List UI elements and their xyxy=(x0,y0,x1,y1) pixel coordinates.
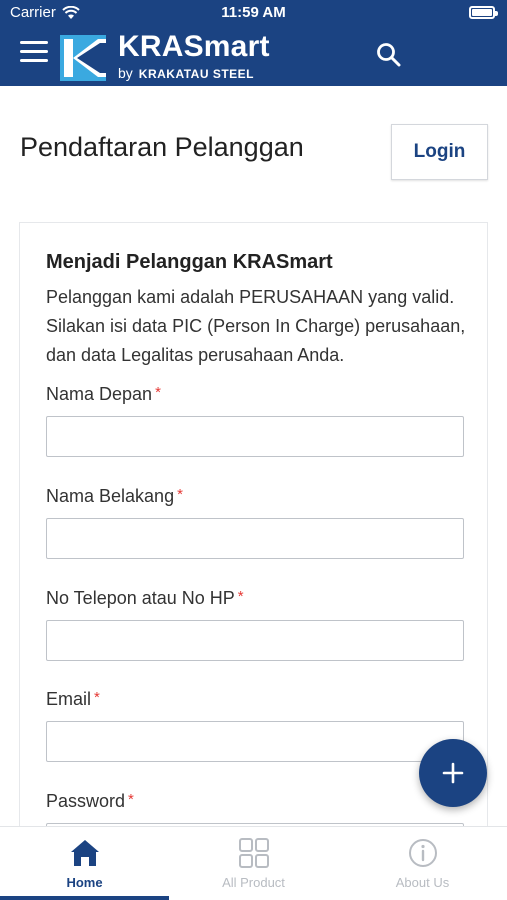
nav-item-home[interactable]: Home xyxy=(0,827,169,900)
home-icon xyxy=(70,840,99,866)
field-label-first-name: Nama Depan * xyxy=(46,384,161,404)
registration-form-card: Menjadi Pelanggan KRASmart Pelanggan kam… xyxy=(19,222,488,864)
nav-label-all-product: All Product xyxy=(222,875,285,890)
field-label-email: Email * xyxy=(46,689,100,709)
status-bar: Carrier 11:59 AM xyxy=(0,0,507,26)
add-fab-button[interactable] xyxy=(419,739,487,807)
page-title: Pendaftaran Pelanggan xyxy=(20,132,304,162)
email-input[interactable] xyxy=(46,721,464,762)
brand-block: KRASmart by KRAKATAU STEEL xyxy=(118,30,270,81)
info-icon xyxy=(408,839,437,867)
kras-logo-icon xyxy=(60,35,106,81)
nav-label-about-us: About Us xyxy=(395,875,450,890)
nav-item-all-product[interactable]: All Product xyxy=(169,827,338,900)
form-description: Pelanggan kami adalah PERUSAHAAN yang va… xyxy=(46,287,466,365)
required-mark: * xyxy=(155,384,161,401)
battery-icon xyxy=(469,6,498,19)
brand-subtitle: by KRAKATAU STEEL xyxy=(118,65,270,81)
status-time: 11:59 AM xyxy=(221,4,286,21)
brand-name: KRASmart xyxy=(118,30,270,63)
nav-item-about-us[interactable]: About Us xyxy=(338,827,507,900)
first-name-input[interactable] xyxy=(46,416,464,457)
grid-icon xyxy=(238,838,269,868)
brand-company: KRAKATAU STEEL xyxy=(138,67,255,81)
required-mark: * xyxy=(177,486,183,503)
plus-icon xyxy=(442,762,464,784)
field-label-password: Password * xyxy=(46,791,134,811)
app-header: Carrier 11:59 AM KRASmart by KRAKATAU ST… xyxy=(0,0,507,86)
nav-label-home: Home xyxy=(66,875,103,890)
brand-by: by xyxy=(118,65,133,81)
login-button[interactable]: Login xyxy=(391,124,488,180)
required-mark: * xyxy=(237,588,244,605)
bottom-nav: Home All Product About Us xyxy=(0,826,507,900)
field-label-phone: No Telepon atau No HP * xyxy=(46,588,244,608)
field-label-last-name: Nama Belakang * xyxy=(46,486,183,506)
last-name-input[interactable] xyxy=(46,518,464,559)
hamburger-menu-icon[interactable] xyxy=(20,41,48,63)
search-icon[interactable] xyxy=(374,40,404,70)
phone-input[interactable] xyxy=(46,620,464,661)
form-title: Menjadi Pelanggan KRASmart xyxy=(46,251,333,273)
required-mark: * xyxy=(94,689,100,706)
required-mark: * xyxy=(128,791,134,808)
